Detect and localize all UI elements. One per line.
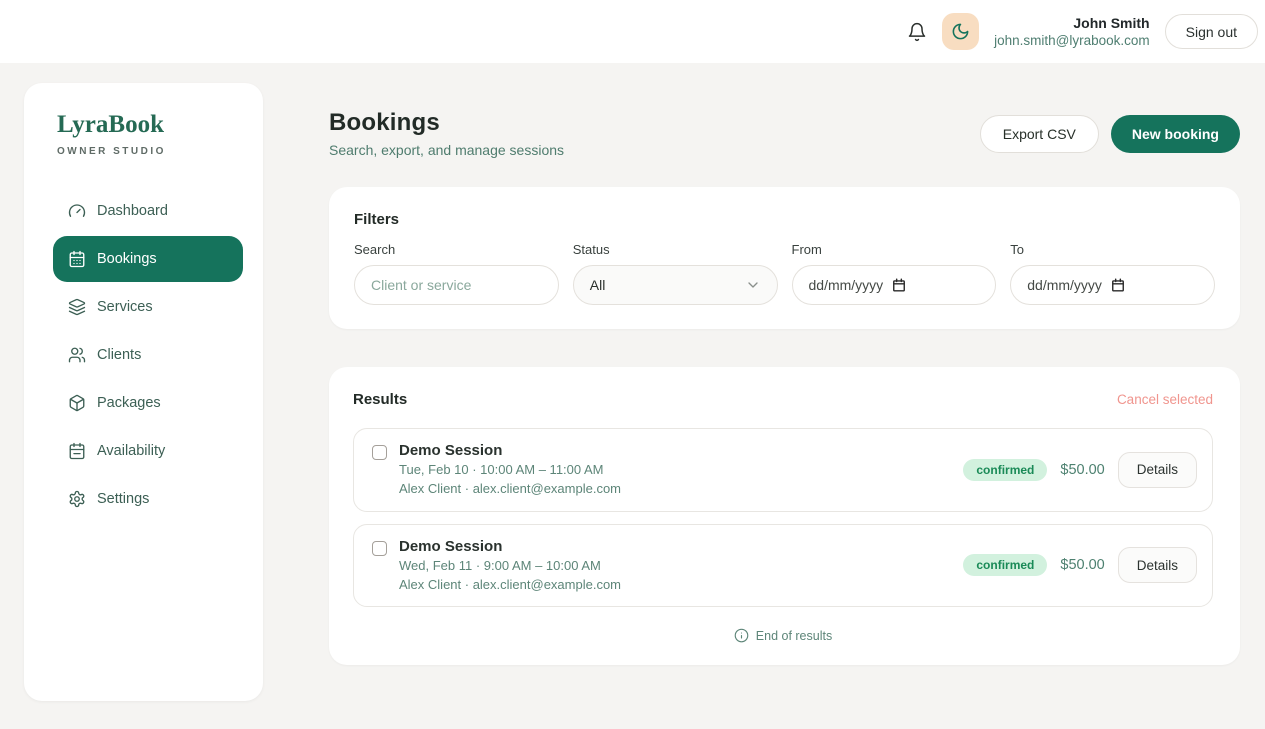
filters-card: Filters Search Status All From bbox=[329, 187, 1240, 329]
calendar-icon bbox=[892, 278, 906, 292]
details-button[interactable]: Details bbox=[1118, 452, 1197, 488]
info-icon bbox=[734, 628, 749, 643]
cancel-selected-link[interactable]: Cancel selected bbox=[1117, 392, 1213, 407]
page-subtitle: Search, export, and manage sessions bbox=[329, 142, 564, 158]
booking-row: Demo Session Tue, Feb 10 · 10:00 AM – 11… bbox=[353, 428, 1213, 512]
users-icon bbox=[68, 346, 86, 364]
sidebar-item-settings[interactable]: Settings bbox=[53, 476, 243, 522]
booking-checkbox[interactable] bbox=[372, 541, 387, 556]
status-label: Status bbox=[573, 242, 778, 257]
layers-icon bbox=[68, 298, 86, 316]
results-heading: Results bbox=[353, 391, 407, 408]
booking-price: $50.00 bbox=[1060, 557, 1104, 573]
sidebar-item-label: Availability bbox=[97, 443, 165, 459]
package-icon bbox=[68, 394, 86, 412]
from-date-placeholder: dd/mm/yyyy bbox=[809, 277, 884, 293]
sidebar-item-label: Packages bbox=[97, 395, 161, 411]
calendar-icon bbox=[1111, 278, 1125, 292]
booking-price: $50.00 bbox=[1060, 462, 1104, 478]
chevron-down-icon bbox=[745, 277, 761, 293]
sidebar-item-bookings[interactable]: Bookings bbox=[53, 236, 243, 282]
new-booking-button[interactable]: New booking bbox=[1111, 115, 1240, 153]
calendar-icon bbox=[68, 442, 86, 460]
bell-icon bbox=[907, 22, 927, 42]
sidebar-item-clients[interactable]: Clients bbox=[53, 332, 243, 378]
to-date-input[interactable]: dd/mm/yyyy bbox=[1010, 265, 1215, 305]
status-select-value: All bbox=[590, 277, 606, 293]
calendar-icon bbox=[68, 250, 86, 268]
sidebar-item-label: Services bbox=[97, 299, 153, 315]
status-badge: confirmed bbox=[963, 554, 1047, 576]
topbar: John Smith john.smith@lyrabook.com Sign … bbox=[0, 0, 1265, 63]
booking-client: Alex Client · alex.client@example.com bbox=[399, 481, 621, 497]
from-date-input[interactable]: dd/mm/yyyy bbox=[792, 265, 997, 305]
user-name: John Smith bbox=[994, 14, 1150, 32]
sidebar-item-label: Dashboard bbox=[97, 203, 168, 219]
brand-logo: LyraBook bbox=[57, 111, 263, 139]
sidebar-item-services[interactable]: Services bbox=[53, 284, 243, 330]
to-label: To bbox=[1010, 242, 1215, 257]
status-badge: confirmed bbox=[963, 459, 1047, 481]
booking-when: Wed, Feb 11 · 9:00 AM – 10:00 AM bbox=[399, 558, 621, 574]
notifications-button[interactable] bbox=[907, 22, 927, 42]
search-input[interactable] bbox=[354, 265, 559, 305]
theme-toggle-button[interactable] bbox=[942, 13, 979, 50]
sign-out-button[interactable]: Sign out bbox=[1165, 14, 1258, 49]
moon-icon bbox=[951, 22, 970, 41]
to-date-placeholder: dd/mm/yyyy bbox=[1027, 277, 1102, 293]
sidebar-item-label: Clients bbox=[97, 347, 141, 363]
status-select[interactable]: All bbox=[573, 265, 778, 305]
sidebar-item-availability[interactable]: Availability bbox=[53, 428, 243, 474]
details-button[interactable]: Details bbox=[1118, 547, 1197, 583]
from-label: From bbox=[792, 242, 997, 257]
booking-row: Demo Session Wed, Feb 11 · 9:00 AM – 10:… bbox=[353, 524, 1213, 608]
user-block: John Smith john.smith@lyrabook.com bbox=[994, 14, 1150, 50]
gear-icon bbox=[68, 490, 86, 508]
export-csv-button[interactable]: Export CSV bbox=[980, 115, 1099, 153]
sidebar: LyraBook OWNER STUDIO Dashboard bbox=[24, 83, 263, 701]
sidebar-nav: Dashboard Bookings bbox=[24, 188, 263, 522]
page-title: Bookings bbox=[329, 109, 564, 137]
sidebar-item-label: Bookings bbox=[97, 251, 157, 267]
search-label: Search bbox=[354, 242, 559, 257]
booking-title: Demo Session bbox=[399, 538, 621, 555]
booking-when: Tue, Feb 10 · 10:00 AM – 11:00 AM bbox=[399, 462, 621, 478]
filters-heading: Filters bbox=[354, 211, 1215, 228]
end-of-results-text: End of results bbox=[756, 629, 832, 643]
booking-checkbox[interactable] bbox=[372, 445, 387, 460]
main-content: Bookings Search, export, and manage sess… bbox=[329, 83, 1240, 701]
booking-client: Alex Client · alex.client@example.com bbox=[399, 577, 621, 593]
booking-title: Demo Session bbox=[399, 442, 621, 459]
user-email: john.smith@lyrabook.com bbox=[994, 32, 1150, 50]
brand-subtitle: OWNER STUDIO bbox=[57, 146, 263, 157]
sidebar-item-packages[interactable]: Packages bbox=[53, 380, 243, 426]
results-card: Results Cancel selected Demo Session Tue… bbox=[329, 367, 1240, 665]
sidebar-item-dashboard[interactable]: Dashboard bbox=[53, 188, 243, 234]
end-of-results: End of results bbox=[353, 628, 1213, 643]
sidebar-item-label: Settings bbox=[97, 491, 149, 507]
gauge-icon bbox=[68, 202, 86, 220]
